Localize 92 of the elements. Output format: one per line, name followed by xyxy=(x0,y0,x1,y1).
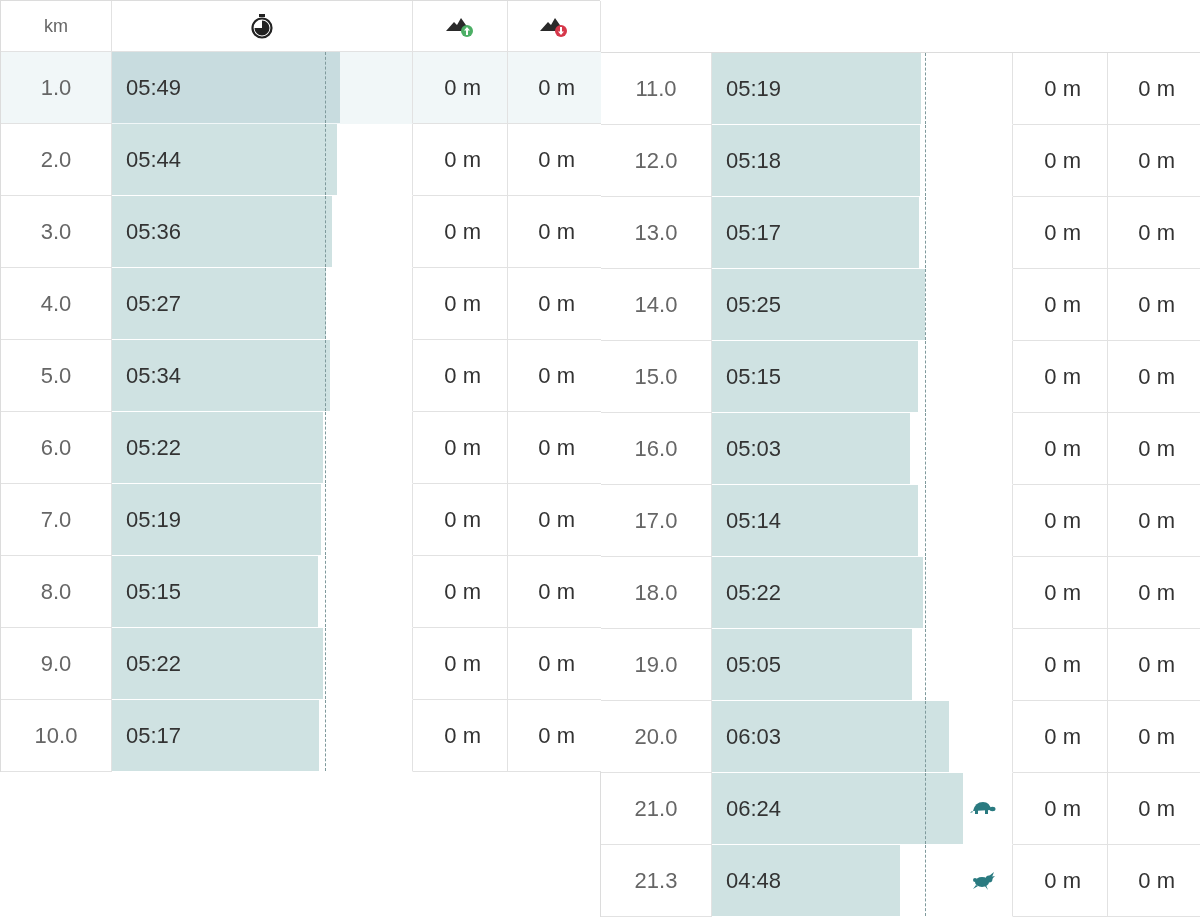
pace-text: 05:19 xyxy=(126,506,182,533)
pace-text: 05:22 xyxy=(726,579,782,606)
descent-text: 0 m xyxy=(1138,795,1175,822)
descent-text: 0 m xyxy=(538,290,575,317)
turtle-icon xyxy=(970,799,996,817)
descent-text: 0 m xyxy=(1138,723,1175,750)
pace-text: 05:17 xyxy=(726,219,782,246)
split-row-km[interactable]: 20.0 xyxy=(601,701,712,773)
split-row-km[interactable]: 13.0 xyxy=(601,197,712,269)
split-row-km[interactable]: 19.0 xyxy=(601,629,712,701)
split-row-km[interactable]: 15.0 xyxy=(601,341,712,413)
split-row-km[interactable]: 11.0 xyxy=(601,53,712,125)
descent-text: 0 m xyxy=(538,506,575,533)
ascent-text: 0 m xyxy=(1044,795,1081,822)
pace-text: 06:24 xyxy=(726,795,782,822)
descent-text: 0 m xyxy=(1138,435,1175,462)
descent-text: 0 m xyxy=(538,218,575,245)
ascent-text: 0 m xyxy=(1044,723,1081,750)
ascent-text: 0 m xyxy=(444,506,481,533)
descent-text: 0 m xyxy=(1138,507,1175,534)
descent-text: 0 m xyxy=(1138,291,1175,318)
ascent-text: 0 m xyxy=(1044,651,1081,678)
descent-text: 0 m xyxy=(1138,75,1175,102)
split-row-km[interactable]: 1.0 xyxy=(1,52,112,124)
pace-text: 04:48 xyxy=(726,867,782,894)
ascent-text: 0 m xyxy=(1044,363,1081,390)
descent-text: 0 m xyxy=(538,146,575,173)
pace-text: 05:22 xyxy=(126,650,182,677)
ascent-text: 0 m xyxy=(444,722,481,749)
pace-text: 05:15 xyxy=(126,578,182,605)
pace-text: 05:18 xyxy=(726,147,782,174)
pace-text: 05:44 xyxy=(126,146,182,173)
pace-text: 05:25 xyxy=(726,291,782,318)
ascent-text: 0 m xyxy=(1044,435,1081,462)
pace-text: 05:15 xyxy=(726,363,782,390)
pace-text: 05:49 xyxy=(126,74,182,101)
split-row-km[interactable]: 14.0 xyxy=(601,269,712,341)
ascent-text: 0 m xyxy=(444,218,481,245)
split-row-km[interactable]: 21.0 xyxy=(601,773,712,845)
ascent-text: 0 m xyxy=(444,290,481,317)
ascent-text: 0 m xyxy=(444,434,481,461)
split-row-km[interactable]: 17.0 xyxy=(601,485,712,557)
descent-text: 0 m xyxy=(538,578,575,605)
pace-text: 05:03 xyxy=(726,435,782,462)
split-row-km[interactable]: 8.0 xyxy=(1,556,112,628)
descent-text: 0 m xyxy=(538,362,575,389)
split-row-km[interactable]: 10.0 xyxy=(1,700,112,772)
descent-text: 0 m xyxy=(1138,219,1175,246)
pace-text: 05:36 xyxy=(126,218,182,245)
split-row-km[interactable]: 16.0 xyxy=(601,413,712,485)
split-row-km[interactable]: 5.0 xyxy=(1,340,112,412)
ascent-text: 0 m xyxy=(1044,507,1081,534)
ascent-text: 0 m xyxy=(444,578,481,605)
ascent-text: 0 m xyxy=(1044,291,1081,318)
descent-text: 0 m xyxy=(1138,867,1175,894)
descent-text: 0 m xyxy=(538,74,575,101)
pace-text: 05:27 xyxy=(126,290,182,317)
ascent-text: 0 m xyxy=(444,362,481,389)
ascent-text: 0 m xyxy=(1044,579,1081,606)
rabbit-icon xyxy=(972,871,996,891)
split-row-km[interactable]: 21.3 xyxy=(601,845,712,917)
pace-text: 05:17 xyxy=(126,722,182,749)
descent-text: 0 m xyxy=(1138,147,1175,174)
ascent-text: 0 m xyxy=(444,146,481,173)
pace-text: 05:22 xyxy=(126,434,182,461)
descent-text: 0 m xyxy=(1138,651,1175,678)
ascent-text: 0 m xyxy=(1044,75,1081,102)
pace-text: 06:03 xyxy=(726,723,782,750)
km-header: km xyxy=(44,15,68,37)
split-row-km[interactable]: 18.0 xyxy=(601,557,712,629)
pace-text: 05:05 xyxy=(726,651,782,678)
descent-text: 0 m xyxy=(1138,579,1175,606)
stopwatch-icon xyxy=(249,13,275,39)
pace-text: 05:34 xyxy=(126,362,182,389)
pace-text: 05:19 xyxy=(726,75,782,102)
split-row-km[interactable]: 9.0 xyxy=(1,628,112,700)
split-row-km[interactable]: 6.0 xyxy=(1,412,112,484)
ascent-text: 0 m xyxy=(1044,219,1081,246)
descent-text: 0 m xyxy=(538,722,575,749)
ascent-text: 0 m xyxy=(444,650,481,677)
descent-text: 0 m xyxy=(538,434,575,461)
ascent-text: 0 m xyxy=(1044,147,1081,174)
descent-text: 0 m xyxy=(538,650,575,677)
descent-text: 0 m xyxy=(1138,363,1175,390)
split-row-km[interactable]: 2.0 xyxy=(1,124,112,196)
pace-text: 05:14 xyxy=(726,507,782,534)
split-row-km[interactable]: 3.0 xyxy=(1,196,112,268)
ascent-text: 0 m xyxy=(444,74,481,101)
ascent-text: 0 m xyxy=(1044,867,1081,894)
split-row-km[interactable]: 4.0 xyxy=(1,268,112,340)
split-row-km[interactable]: 7.0 xyxy=(1,484,112,556)
split-row-km[interactable]: 12.0 xyxy=(601,125,712,197)
